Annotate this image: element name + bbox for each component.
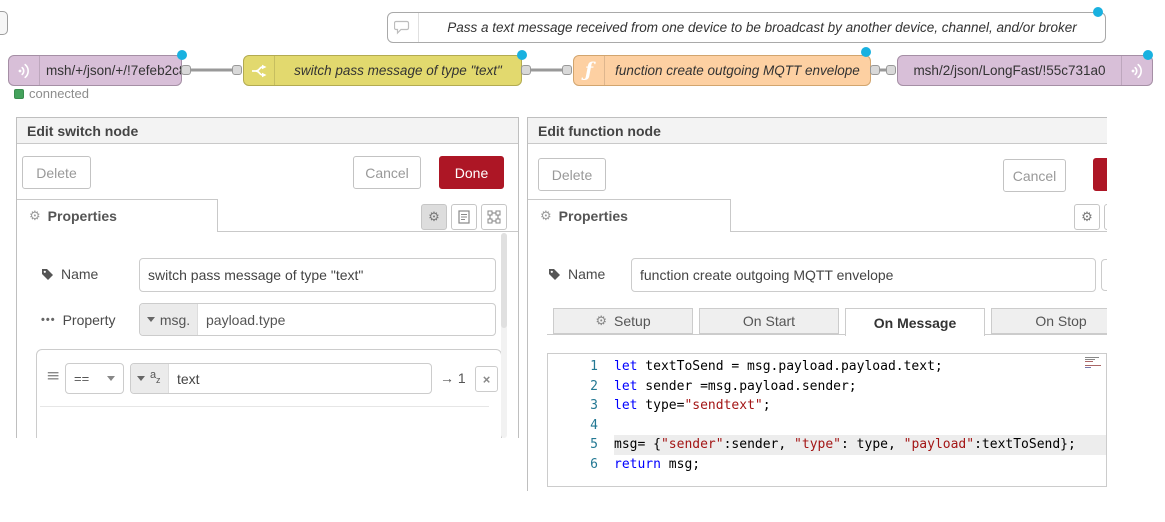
code-line-3: 3let type="sendtext"; [548, 396, 1106, 416]
output-port[interactable] [870, 65, 880, 75]
divider [40, 406, 489, 407]
code-line-1: 1let textToSend = msg.payload.payload.te… [548, 357, 1106, 377]
done-button[interactable] [1093, 158, 1107, 191]
name-input[interactable] [631, 258, 1096, 292]
description-button[interactable] [451, 204, 477, 230]
switch-edit-dialog: Edit switch node Delete Cancel Done ⚙ Pr… [16, 117, 519, 438]
gear-icon: ⚙ [1081, 210, 1093, 225]
dialog-title: Edit function node [528, 118, 1107, 144]
status-text: connected [29, 86, 89, 101]
tab-on-message[interactable]: On Message [845, 308, 985, 336]
output-port[interactable] [521, 65, 531, 75]
comment-node-label: Pass a text message received from one de… [419, 20, 1105, 35]
changed-dot [177, 50, 187, 60]
delete-button[interactable]: Delete [22, 156, 91, 189]
rule-operator-select[interactable]: == [65, 363, 124, 394]
scrollbar[interactable] [501, 233, 507, 438]
function-tabs: ⚙SetupOn StartOn MessageOn Stop [553, 308, 1107, 336]
property-type-selector[interactable]: msg. [140, 304, 198, 335]
tag-icon [548, 268, 561, 281]
tag-icon [41, 268, 54, 281]
rule-output-label: → 1 [440, 370, 466, 386]
dialog-tab-row: ⚙ Properties ⚙ [528, 199, 1107, 232]
gear-icon: ⚙ [540, 209, 552, 224]
code-line-2: 2let sender =msg.payload.sender; [548, 377, 1106, 397]
cancel-button[interactable]: Cancel [353, 156, 421, 189]
code-lines: 1let textToSend = msg.payload.payload.te… [548, 354, 1106, 475]
mqtt-signal-icon [9, 56, 40, 85]
function-node-label: function create outgoing MQTT envelope [605, 63, 870, 78]
function-icon: ƒ [574, 56, 605, 85]
partial-button[interactable] [1101, 259, 1107, 291]
dialog-tab-row: ⚙ Properties ⚙ [17, 199, 518, 232]
description-button[interactable] [1104, 204, 1107, 230]
name-input[interactable] [139, 258, 496, 292]
mqtt-out-node[interactable]: msh/2/json/LongFast/!55c731a0 [897, 55, 1153, 86]
gear-icon: ⚙ [595, 314, 607, 329]
code-line-5: 5msg= {"sender":sender, "type": type, "p… [548, 435, 1106, 455]
ellipsis-icon: ••• [41, 314, 56, 326]
input-port[interactable] [886, 65, 896, 75]
tab-on-stop[interactable]: On Stop [991, 308, 1107, 334]
remove-rule-button[interactable]: × [475, 366, 498, 392]
appearance-button[interactable] [481, 204, 507, 230]
drag-handle-icon[interactable]: ≡ [46, 368, 60, 385]
switch-fork-icon [244, 56, 275, 85]
tab-properties[interactable]: ⚙ Properties [16, 199, 218, 232]
mqtt-in-node-label: msh/+/json/+/!7efeb2c8 [40, 63, 181, 78]
mqtt-in-node[interactable]: msh/+/json/+/!7efeb2c8 [8, 55, 182, 86]
name-label: Name [41, 266, 98, 282]
chevron-down-icon [107, 376, 115, 381]
function-node[interactable]: ƒ function create outgoing MQTT envelope [573, 55, 871, 86]
status-green-square [14, 89, 24, 99]
delete-button[interactable]: Delete [538, 158, 606, 191]
property-field[interactable]: msg. payload.type [139, 303, 496, 336]
comment-bubble-icon [388, 13, 419, 42]
property-value[interactable]: payload.type [198, 304, 285, 335]
switch-node-label: switch pass message of type "text" [275, 63, 521, 78]
gear-icon: ⚙ [29, 209, 41, 224]
tab-setup[interactable]: ⚙Setup [553, 308, 693, 334]
tab-properties[interactable]: ⚙ Properties [527, 199, 731, 232]
caret-down-icon [137, 376, 145, 381]
done-button[interactable]: Done [439, 156, 504, 189]
mqtt-signal-icon [1121, 56, 1152, 85]
tab-on-start[interactable]: On Start [699, 308, 839, 334]
comment-node[interactable]: Pass a text message received from one de… [387, 12, 1106, 43]
caret-down-icon [147, 317, 155, 322]
flow-canvas[interactable]: Pass a text message received from one de… [0, 0, 1165, 112]
rule-value[interactable]: text [169, 364, 200, 393]
name-label: Name [548, 266, 605, 282]
function-edit-dialog: Edit function node Delete Cancel ⚙ Prope… [527, 117, 1107, 491]
mqtt-in-status: connected [14, 86, 89, 101]
output-port[interactable] [181, 65, 191, 75]
divider [547, 334, 1107, 335]
frame-icon [487, 210, 501, 224]
switch-node[interactable]: switch pass message of type "text" [243, 55, 522, 86]
node-properties-button[interactable]: ⚙ [1074, 204, 1100, 230]
partial-node[interactable] [0, 11, 8, 35]
rule-value-field[interactable]: az text [130, 363, 432, 394]
document-icon [458, 210, 470, 224]
rule-container: ≡ == az text → 1 × [36, 349, 502, 438]
code-line-4: 4 [548, 416, 1106, 436]
gear-icon: ⚙ [428, 210, 440, 225]
property-label: ••• Property [41, 312, 115, 328]
changed-dot [517, 50, 527, 60]
changed-dot [1143, 50, 1153, 60]
node-properties-button[interactable]: ⚙ [421, 204, 447, 230]
string-type-icon: az [150, 371, 162, 387]
dialog-title: Edit switch node [17, 118, 518, 144]
mqtt-out-node-label: msh/2/json/LongFast/!55c731a0 [898, 63, 1121, 78]
changed-dot [1093, 7, 1103, 17]
input-port[interactable] [232, 65, 242, 75]
code-line-6: 6return msg; [548, 455, 1106, 475]
changed-dot [861, 47, 871, 57]
code-editor[interactable]: 1let textToSend = msg.payload.payload.te… [547, 353, 1107, 487]
cancel-button[interactable]: Cancel [1003, 159, 1066, 192]
value-type-selector[interactable]: az [131, 364, 169, 393]
input-port[interactable] [562, 65, 572, 75]
minimap [1085, 357, 1103, 375]
